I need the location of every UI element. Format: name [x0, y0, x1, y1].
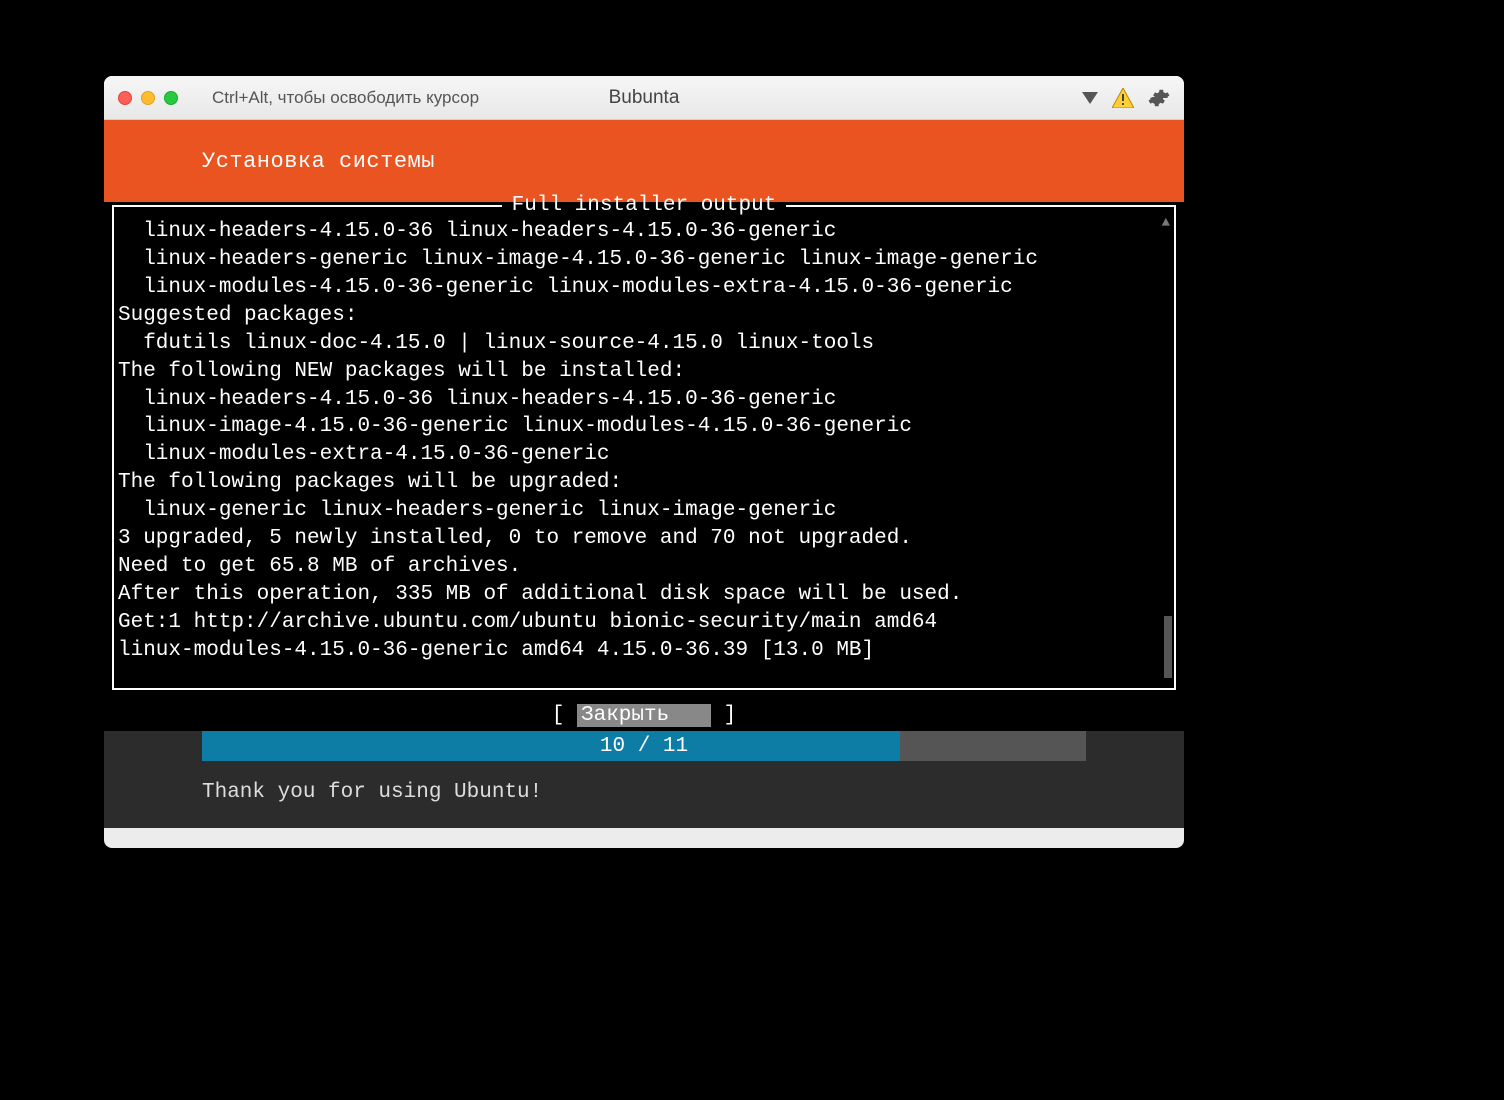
progress-row: 10 / 11	[104, 731, 1184, 761]
install-header-label: Установка системы	[202, 149, 435, 174]
gear-icon[interactable]	[1148, 87, 1170, 109]
scroll-up-icon[interactable]: ▲	[1162, 214, 1170, 233]
installer-footer: [ Закрыть ] 10 / 11 Thank you for using …	[104, 702, 1184, 828]
terminal-frame: Full installer output ▲ linux-headers-4.…	[112, 206, 1176, 690]
terminal-area: Full installer output ▲ linux-headers-4.…	[104, 202, 1184, 702]
warning-icon[interactable]	[1112, 88, 1134, 108]
install-header: Установка системы	[104, 120, 1184, 202]
scrollbar-thumb[interactable]	[1164, 616, 1172, 678]
window-close-button[interactable]	[118, 91, 132, 105]
button-row: [ Закрыть ]	[104, 702, 1184, 731]
window-zoom-button[interactable]	[164, 91, 178, 105]
capture-hint: Ctrl+Alt, чтобы освободить курсор	[212, 88, 479, 108]
progress-label: 10 / 11	[202, 731, 1086, 761]
vm-window: Ctrl+Alt, чтобы освободить курсор Bubunt…	[104, 76, 1184, 848]
terminal-output[interactable]: linux-headers-4.15.0-36 linux-headers-4.…	[118, 212, 1170, 665]
titlebar: Ctrl+Alt, чтобы освободить курсор Bubunt…	[104, 76, 1184, 120]
terminal-title: Full installer output	[502, 192, 787, 220]
progress-bar: 10 / 11	[202, 731, 1086, 761]
titlebar-right-controls	[1082, 87, 1170, 109]
terminal-title-row: Full installer output	[112, 192, 1176, 220]
thanks-message: Thank you for using Ubuntu!	[104, 761, 1184, 828]
close-button-label: Закрыть	[581, 704, 669, 727]
window-minimize-button[interactable]	[141, 91, 155, 105]
dropdown-icon[interactable]	[1082, 92, 1098, 104]
traffic-lights	[118, 91, 178, 105]
close-button[interactable]: [ Закрыть ]	[552, 704, 736, 727]
